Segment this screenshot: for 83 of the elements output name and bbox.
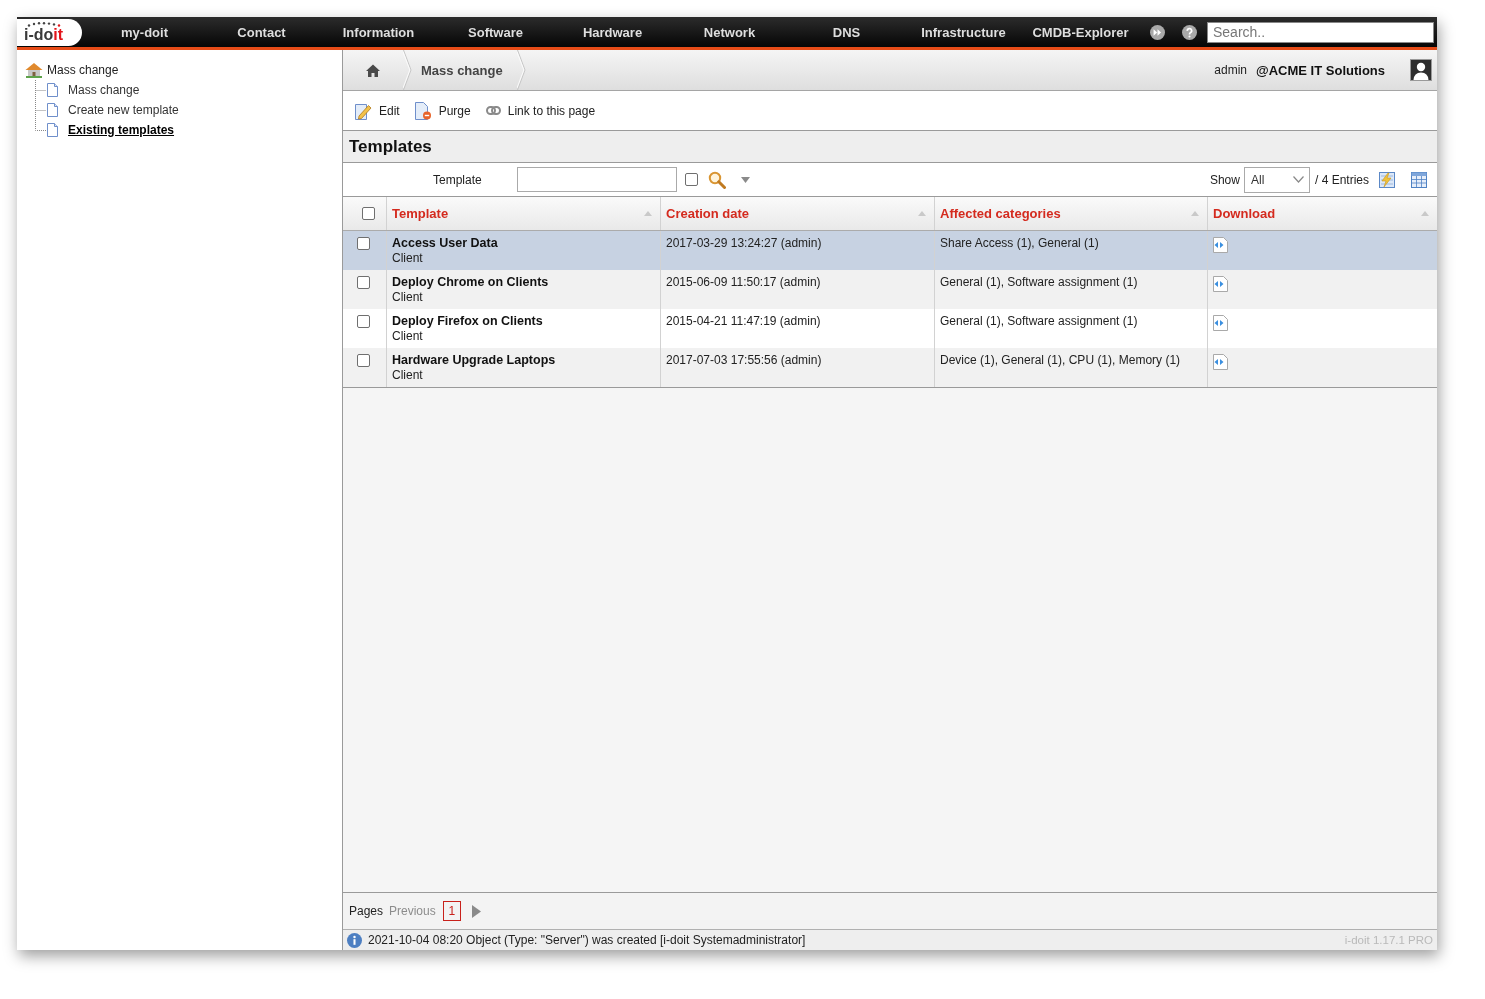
export-icon[interactable] bbox=[1379, 171, 1395, 188]
column-header[interactable]: Template bbox=[392, 206, 449, 221]
row-checkbox[interactable] bbox=[357, 276, 370, 289]
entries-count: / 4 Entries bbox=[1314, 172, 1369, 187]
filter-checkbox[interactable] bbox=[685, 173, 698, 186]
help-icon[interactable] bbox=[1182, 24, 1197, 40]
home-icon[interactable] bbox=[366, 63, 380, 77]
template-type: Client bbox=[392, 290, 424, 305]
affected-categories: General (1), Software assignment (1) bbox=[940, 314, 1138, 328]
download-icon[interactable] bbox=[1213, 354, 1228, 370]
nav-item[interactable]: my-doit bbox=[86, 24, 203, 40]
column-header[interactable]: Creation date bbox=[666, 206, 750, 221]
tree-item[interactable]: Create new template bbox=[68, 103, 179, 117]
affected-categories: Device (1), General (1), CPU (1), Memory (1) bbox=[940, 353, 1181, 367]
template-name[interactable]: Deploy Chrome on Clients bbox=[392, 275, 655, 290]
nav-item[interactable]: Information bbox=[320, 24, 437, 40]
nav-item[interactable]: Contact bbox=[203, 24, 320, 40]
download-icon[interactable] bbox=[1213, 276, 1228, 292]
nav-item[interactable]: Network bbox=[671, 24, 788, 40]
house-icon bbox=[25, 62, 43, 78]
column-header[interactable]: Affected categories bbox=[940, 206, 1061, 221]
page-icon bbox=[47, 83, 58, 97]
purge-button[interactable]: Purge bbox=[414, 101, 471, 120]
next-icon[interactable] bbox=[471, 904, 481, 918]
filter-input[interactable] bbox=[517, 167, 677, 192]
table-row[interactable]: Deploy Firefox on Clients Client 2015-04-21 11:47:19 (admin) General (1), Software assignment (1) bbox=[343, 309, 1437, 348]
creation-date: 2017-07-03 17:55:56 (admin) bbox=[666, 353, 822, 367]
template-type: Client bbox=[392, 368, 424, 383]
info-icon bbox=[347, 932, 362, 948]
user-name[interactable]: admin bbox=[1214, 63, 1248, 77]
download-icon[interactable] bbox=[1213, 315, 1228, 331]
page-button[interactable]: 1 bbox=[442, 901, 461, 921]
nav-item[interactable]: Software bbox=[437, 24, 554, 40]
nav-item[interactable]: Infrastructure bbox=[905, 24, 1022, 40]
tree-item[interactable]: Mass change bbox=[68, 83, 140, 97]
creation-date: 2015-04-21 11:47:19 (admin) bbox=[666, 314, 821, 328]
forward-icon[interactable] bbox=[1150, 24, 1165, 40]
page-icon bbox=[47, 103, 58, 117]
breadcrumb-item[interactable]: Mass change bbox=[412, 62, 517, 78]
table-row[interactable]: Deploy Chrome on Clients Client 2015-06-09 11:50:17 (admin) General (1), Software assignment (1) bbox=[343, 270, 1437, 309]
column-header[interactable]: Download bbox=[1213, 206, 1276, 221]
creation-date: 2017-03-29 13:24:27 (admin) bbox=[666, 236, 822, 250]
search-field[interactable]: Search.. bbox=[1207, 21, 1434, 43]
purge-icon bbox=[414, 101, 432, 120]
template-type: Client bbox=[392, 251, 424, 266]
show-label: Show bbox=[1209, 172, 1240, 187]
status-message: 2021-10-04 08:20 Object (Type: "Server") was created [i-doit Systemadministrator] bbox=[368, 933, 806, 947]
row-checkbox[interactable] bbox=[357, 315, 370, 328]
nav-item[interactable]: DNS bbox=[788, 24, 905, 40]
row-checkbox[interactable] bbox=[357, 237, 370, 250]
link-icon bbox=[485, 106, 501, 115]
table-row[interactable]: Hardware Upgrade Laptops Client 2017-07-03 17:55:56 (admin) Device (1), General (1), CPU (1), Memory (1) bbox=[343, 348, 1437, 388]
template-type: Client bbox=[392, 329, 424, 344]
affected-categories: General (1), Software assignment (1) bbox=[940, 275, 1138, 289]
nav-item[interactable]: Hardware bbox=[554, 24, 671, 40]
tree-item[interactable]: Mass change bbox=[47, 63, 119, 77]
show-select[interactable]: All bbox=[1243, 166, 1310, 193]
affected-categories: Share Access (1), General (1) bbox=[940, 236, 1099, 250]
filter-label: Template bbox=[433, 172, 483, 187]
select-all-checkbox[interactable] bbox=[362, 207, 375, 220]
table-row[interactable]: Access User Data Client 2017-03-29 13:24:27 (admin) Share Access (1), General (1) bbox=[343, 231, 1437, 270]
link-button[interactable]: Link to this page bbox=[485, 103, 596, 118]
tenant-name[interactable]: @ACME IT Solutions bbox=[1256, 62, 1385, 78]
chevron-icon bbox=[1292, 176, 1304, 183]
tree-connector bbox=[35, 80, 46, 100]
download-icon[interactable] bbox=[1213, 237, 1228, 253]
pages-label: Pages bbox=[349, 904, 384, 918]
template-name[interactable]: Deploy Firefox on Clients bbox=[392, 314, 655, 329]
creation-date: 2015-06-09 11:50:17 (admin) bbox=[666, 275, 821, 289]
tree-item[interactable]: Existing templates bbox=[68, 123, 175, 137]
section-title: Templates bbox=[349, 136, 432, 157]
search-icon[interactable] bbox=[708, 170, 726, 189]
nav-item[interactable]: CMDB-Explorer bbox=[1022, 24, 1139, 40]
template-name[interactable]: Access User Data bbox=[392, 236, 655, 251]
edit-icon bbox=[355, 101, 372, 120]
page-icon bbox=[47, 123, 58, 137]
template-name[interactable]: Hardware Upgrade Laptops bbox=[392, 353, 655, 368]
edit-button[interactable]: Edit bbox=[355, 101, 400, 120]
table-icon[interactable] bbox=[1411, 171, 1427, 188]
logo[interactable]: i-doit bbox=[17, 19, 82, 46]
avatar-icon[interactable] bbox=[1410, 59, 1432, 81]
caret-icon[interactable] bbox=[741, 176, 750, 183]
row-checkbox[interactable] bbox=[357, 354, 370, 367]
